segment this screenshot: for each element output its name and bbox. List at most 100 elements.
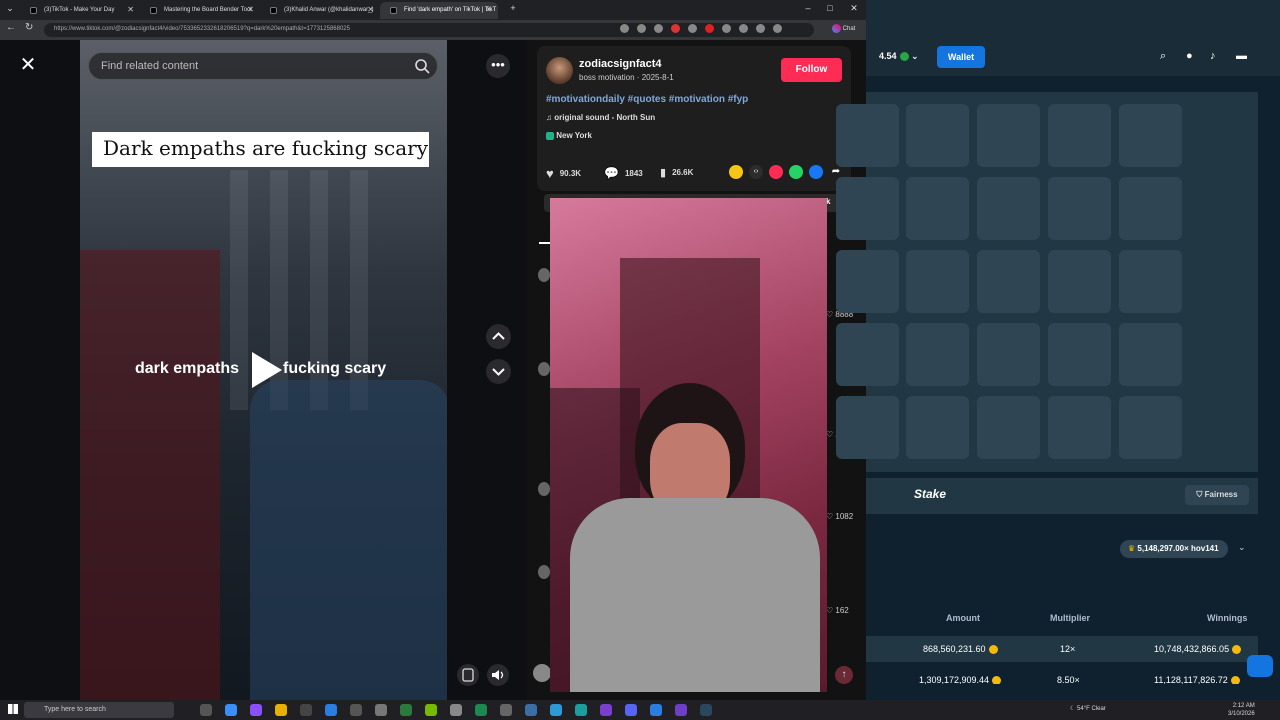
app-icon[interactable] (475, 704, 487, 716)
balance-display[interactable]: 4.54 ⌄ (879, 51, 919, 62)
zoom-icon[interactable] (620, 24, 629, 33)
volume-button[interactable] (487, 664, 509, 686)
mine-tile[interactable] (836, 250, 899, 313)
mine-tile[interactable] (1119, 177, 1182, 240)
discord-icon[interactable] (625, 704, 637, 716)
tab-dark-empath[interactable]: Find 'dark empath' on TikTok | TikT ✕ (380, 2, 498, 19)
app-icon[interactable] (450, 704, 462, 716)
floating-player-button[interactable] (457, 664, 479, 686)
app-icon[interactable] (650, 704, 662, 716)
comment-avatar[interactable] (538, 268, 550, 282)
tab-search-icon[interactable]: ⌄ (0, 3, 20, 14)
mine-tile[interactable] (906, 396, 969, 459)
comment-avatar[interactable] (538, 565, 550, 579)
close-tab-icon[interactable]: ✕ (367, 5, 374, 14)
mine-tile[interactable] (1048, 396, 1111, 459)
big-win-badge[interactable]: ♛ 5,148,297.00× hov141 (1120, 540, 1228, 558)
extension-icon[interactable] (722, 24, 731, 33)
mine-tile[interactable] (1119, 323, 1182, 386)
hashtags[interactable]: #motivationdaily #quotes #motivation #fy… (546, 94, 748, 105)
star-icon[interactable] (637, 24, 646, 33)
search-icon[interactable] (413, 57, 431, 75)
app-icon[interactable] (250, 704, 262, 716)
location-link[interactable]: New York (546, 131, 592, 140)
wallet-button[interactable]: Wallet (937, 46, 985, 68)
extension-icon[interactable] (739, 24, 748, 33)
close-tab-icon[interactable]: ✕ (485, 5, 492, 14)
app-icon[interactable] (300, 704, 312, 716)
chat-icon[interactable]: ▬ (1236, 50, 1247, 62)
like-button[interactable]: ♥ 90.3K (546, 166, 581, 181)
app-icon[interactable] (675, 704, 687, 716)
mine-tile[interactable] (836, 104, 899, 167)
close-window-icon[interactable]: ✕ (844, 3, 864, 14)
app-icon[interactable] (350, 704, 362, 716)
tab-khalid-anwar[interactable]: (3)Khalid Anwar (@khalidanwar_) ✕ (260, 2, 380, 19)
avatar[interactable] (546, 57, 573, 84)
mine-tile[interactable] (836, 323, 899, 386)
reload-icon[interactable]: ↻ (25, 22, 33, 33)
username[interactable]: zodiacsignfact4 (579, 58, 662, 70)
extension-icon[interactable] (654, 24, 663, 33)
copilot-chat-button[interactable]: Chat (832, 24, 855, 33)
puzzle-icon[interactable] (756, 24, 765, 33)
extension-icon[interactable] (688, 24, 697, 33)
search-icon[interactable]: ⌕ (1160, 50, 1166, 63)
back-icon[interactable]: ← (6, 22, 16, 33)
user-icon[interactable]: ● (1186, 50, 1193, 62)
comment-avatar[interactable] (538, 362, 550, 376)
nvidia-icon[interactable] (425, 704, 437, 716)
taskbar-search-input[interactable]: Type here to search (24, 702, 174, 718)
profile-icon[interactable] (773, 24, 782, 33)
coin-share-icon[interactable] (729, 165, 743, 179)
comment-like-count[interactable]: ♡ 1082 (826, 512, 853, 521)
app-icon[interactable] (575, 704, 587, 716)
mine-tile[interactable] (906, 177, 969, 240)
comment-like-count[interactable]: ♡ 162 (826, 606, 849, 615)
mine-tile[interactable] (906, 104, 969, 167)
extension-icon[interactable] (671, 24, 680, 33)
sound-link[interactable]: ♫ original sound - North Sun (546, 113, 655, 122)
mine-tile[interactable] (836, 177, 899, 240)
mine-tile[interactable] (1048, 104, 1111, 167)
send-to-friends-icon[interactable] (769, 165, 783, 179)
previous-video-button[interactable] (486, 324, 511, 349)
mine-tile[interactable] (977, 104, 1040, 167)
app-icon[interactable] (550, 704, 562, 716)
tab-tiktok-home[interactable]: (3)TikTok - Make Your Day ✕ (20, 2, 140, 19)
chevron-down-icon[interactable]: ⌄ (1238, 542, 1246, 553)
mine-tile[interactable] (1048, 323, 1111, 386)
mine-tile[interactable] (1048, 250, 1111, 313)
folder-icon[interactable] (275, 704, 287, 716)
close-tab-icon[interactable]: ✕ (127, 5, 134, 14)
facebook-icon[interactable] (809, 165, 823, 179)
close-video-button[interactable]: ✕ (17, 55, 39, 77)
maximize-icon[interactable]: □ (820, 3, 840, 13)
app-icon[interactable] (600, 704, 612, 716)
related-search-input[interactable]: Find related content (88, 52, 438, 80)
comment-avatar[interactable] (538, 482, 550, 496)
mine-tile[interactable] (1119, 250, 1182, 313)
next-video-button[interactable] (486, 359, 511, 384)
app-icon[interactable] (500, 704, 512, 716)
youtube-icon[interactable] (705, 24, 714, 33)
close-tab-icon[interactable]: ✕ (247, 5, 254, 14)
app-icon[interactable] (400, 704, 412, 716)
edge-icon[interactable] (225, 704, 237, 716)
live-support-button[interactable] (1247, 655, 1273, 677)
app-icon[interactable] (325, 704, 337, 716)
app-icon[interactable] (200, 704, 212, 716)
windows-start-icon[interactable] (8, 704, 18, 714)
bell-icon[interactable]: ♪ (1210, 50, 1216, 62)
follow-button[interactable]: Follow (781, 58, 842, 82)
app-icon[interactable] (525, 704, 537, 716)
mine-tile[interactable] (836, 396, 899, 459)
whatsapp-icon[interactable] (789, 165, 803, 179)
mine-tile[interactable] (906, 250, 969, 313)
more-options-button[interactable]: ••• (486, 54, 510, 78)
steam-icon[interactable] (700, 704, 712, 716)
play-icon[interactable] (248, 350, 284, 390)
mine-tile[interactable] (1119, 104, 1182, 167)
mine-tile[interactable] (1119, 396, 1182, 459)
mine-tile[interactable] (977, 250, 1040, 313)
